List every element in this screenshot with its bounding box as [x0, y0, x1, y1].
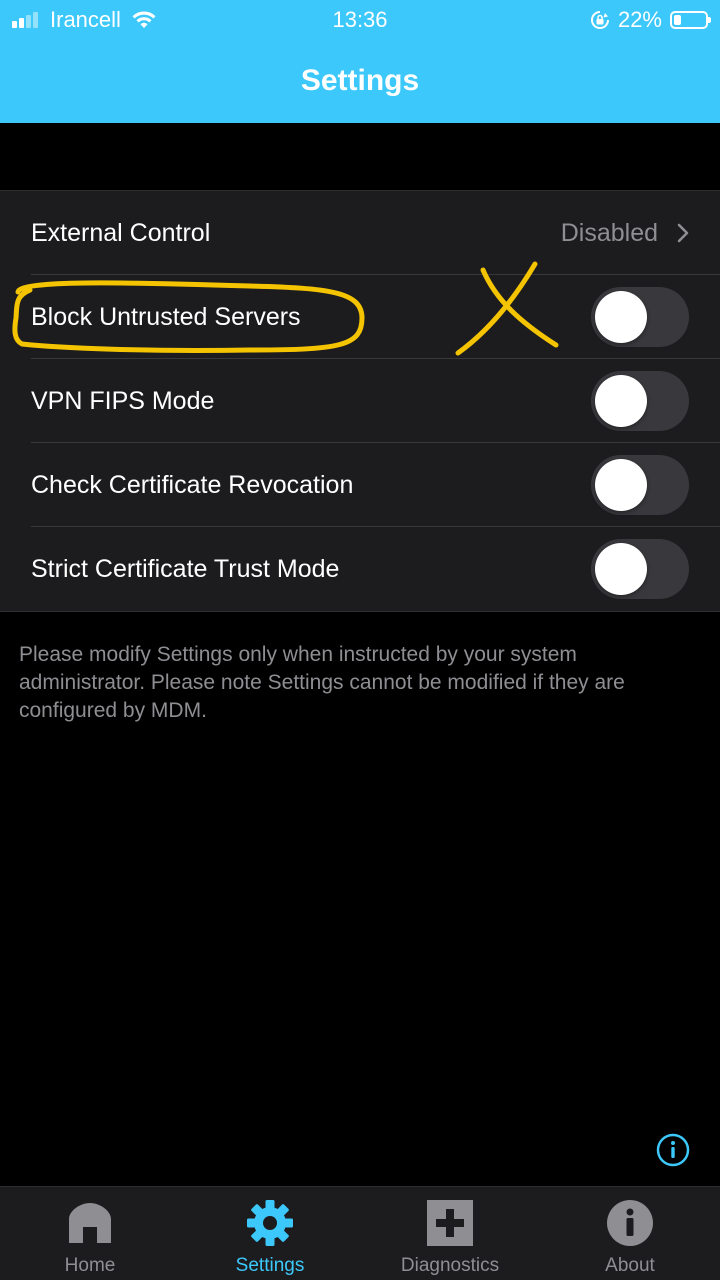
setting-row-block-untrusted-servers: Block Untrusted Servers — [0, 275, 720, 359]
tab-bar: Home Settings Diagnostics About — [0, 1186, 720, 1280]
tab-home[interactable]: Home — [0, 1187, 180, 1280]
tab-home-label: Home — [64, 1255, 116, 1276]
status-bar: Irancell 13:36 22% — [0, 0, 720, 40]
settings-screen: Irancell 13:36 22% Settings External Con… — [0, 0, 720, 1280]
info-icon — [607, 1200, 653, 1246]
tab-diagnostics[interactable]: Diagnostics — [360, 1187, 540, 1280]
status-right: 22% — [590, 6, 711, 34]
toggle-knob — [595, 543, 647, 595]
chevron-right-icon — [677, 223, 689, 243]
tab-about[interactable]: About — [540, 1187, 720, 1280]
setting-row-check-certificate-revocation: Check Certificate Revocation — [0, 443, 720, 527]
vpn-fips-mode-toggle[interactable] — [591, 371, 689, 431]
home-icon — [69, 1203, 111, 1243]
toggle-knob — [595, 375, 647, 427]
info-button-icon[interactable] — [656, 1133, 690, 1167]
setting-row-strict-certificate-trust-mode: Strict Certificate Trust Mode — [0, 527, 720, 611]
tab-settings-label: Settings — [235, 1255, 305, 1276]
orientation-lock-icon — [590, 11, 609, 29]
external-control-value: Disabled — [560, 219, 658, 247]
diagnostics-plus-icon — [427, 1200, 473, 1246]
external-control-label: External Control — [31, 219, 211, 247]
settings-footnote: Please modify Settings only when instruc… — [19, 643, 625, 722]
page-title: Settings — [300, 64, 420, 97]
setting-row-external-control[interactable]: External Control Disabled — [0, 191, 720, 275]
check-certificate-revocation-toggle[interactable] — [591, 455, 689, 515]
setting-row-vpn-fips-mode: VPN FIPS Mode — [0, 359, 720, 443]
tab-about-label: About — [605, 1255, 655, 1276]
header-bar: Irancell 13:36 22% Settings — [0, 0, 720, 123]
gear-icon — [247, 1200, 293, 1246]
vpn-fips-mode-label: VPN FIPS Mode — [31, 387, 215, 415]
strict-certificate-trust-mode-label: Strict Certificate Trust Mode — [31, 555, 340, 583]
strict-certificate-trust-mode-toggle[interactable] — [591, 539, 689, 599]
block-untrusted-servers-toggle[interactable] — [591, 287, 689, 347]
block-untrusted-servers-label: Block Untrusted Servers — [31, 303, 301, 331]
toggle-knob — [595, 291, 647, 343]
tab-settings[interactable]: Settings — [180, 1187, 360, 1280]
check-certificate-revocation-label: Check Certificate Revocation — [31, 471, 354, 499]
battery-icon — [670, 11, 711, 29]
tab-diagnostics-label: Diagnostics — [400, 1255, 500, 1276]
battery-fill — [674, 15, 681, 25]
settings-list: External Control Disabled Block Untruste… — [0, 190, 720, 612]
battery-percent: 22% — [617, 7, 662, 32]
toggle-knob — [595, 459, 647, 511]
